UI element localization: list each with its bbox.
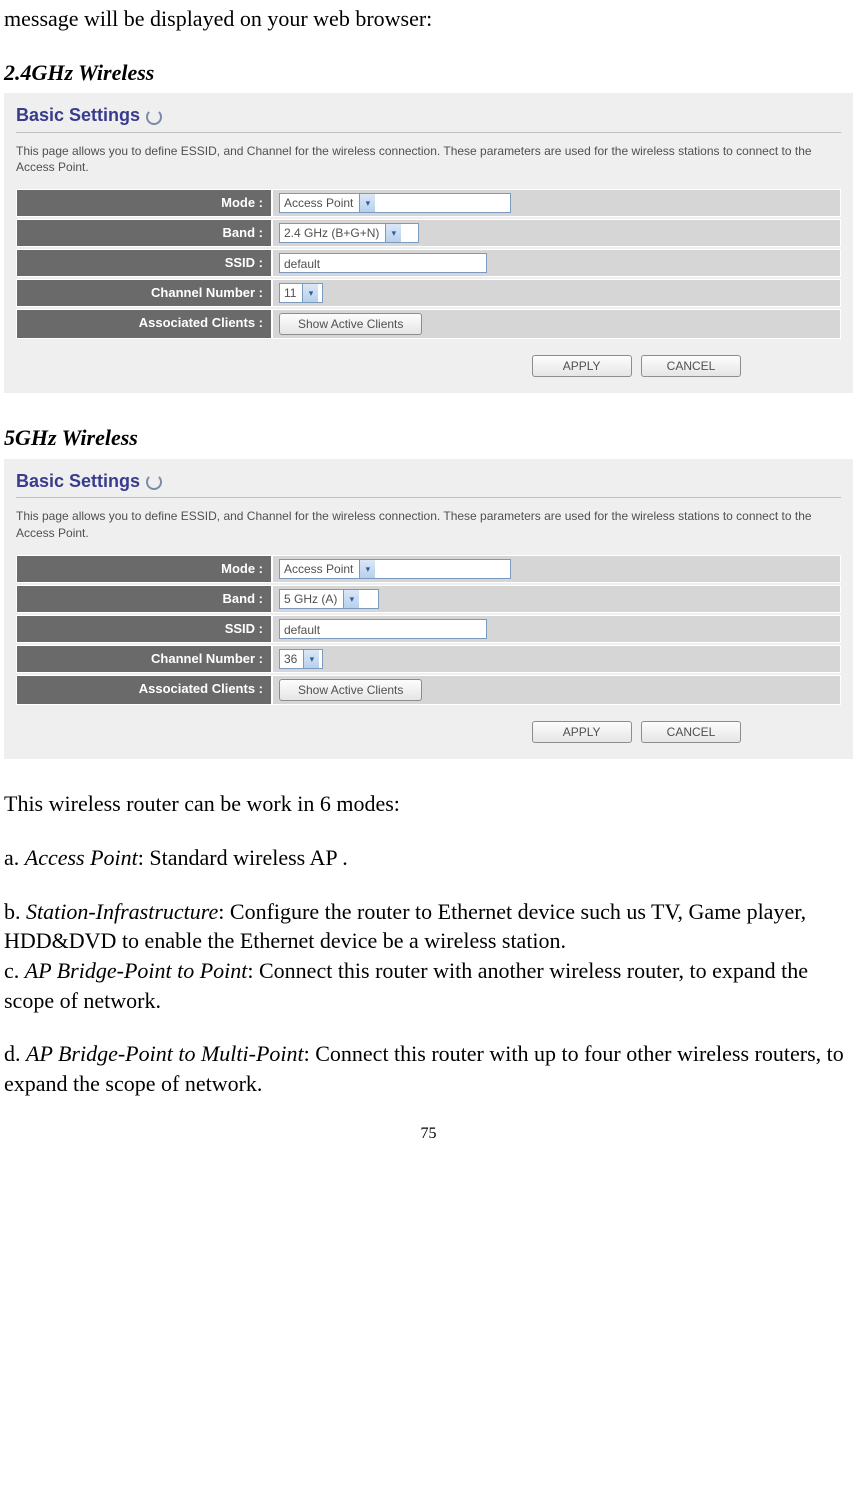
mode-select-value: Access Point [284, 195, 353, 211]
chevron-down-icon: ▾ [343, 590, 359, 608]
row-ssid: SSID : default [16, 615, 841, 643]
panel-title-row: Basic Settings [16, 469, 841, 493]
label-band: Band : [16, 219, 272, 247]
band-select[interactable]: 2.4 GHz (B+G+N) ▾ [279, 223, 419, 243]
heading-5ghz: 5GHz Wireless [4, 423, 853, 453]
intro-text: message will be displayed on your web br… [4, 4, 853, 34]
chevron-down-icon: ▾ [303, 650, 319, 668]
mode-a: a. Access Point: Standard wireless AP . [4, 843, 853, 873]
screenshot-24ghz: Basic Settings This page allows you to d… [4, 93, 853, 393]
row-band: Band : 2.4 GHz (B+G+N) ▾ [16, 219, 841, 247]
chevron-down-icon: ▾ [302, 284, 318, 302]
label-mode: Mode : [16, 555, 272, 583]
panel-title: Basic Settings [16, 103, 140, 127]
row-channel: Channel Number : 36 ▾ [16, 645, 841, 673]
panel-description: This page allows you to define ESSID, an… [16, 508, 841, 540]
apply-button[interactable]: APPLY [532, 355, 632, 377]
row-clients: Associated Clients : Show Active Clients [16, 309, 841, 339]
refresh-icon[interactable] [146, 474, 162, 490]
label-ssid: SSID : [16, 249, 272, 277]
mode-select[interactable]: Access Point ▾ [279, 559, 511, 579]
mode-a-term: Access Point [25, 845, 138, 870]
label-band: Band : [16, 585, 272, 613]
mode-d-term: AP Bridge-Point to Multi-Point [26, 1041, 304, 1066]
label-clients: Associated Clients : [16, 309, 272, 339]
mode-b: b. Station-Infrastructure: Configure the… [4, 897, 853, 956]
row-mode: Mode : Access Point ▾ [16, 189, 841, 217]
mode-a-text: : Standard wireless AP . [138, 845, 348, 870]
chevron-down-icon: ▾ [385, 224, 401, 242]
chevron-down-icon: ▾ [359, 560, 375, 578]
mode-c-term: AP Bridge-Point to Point [25, 958, 248, 983]
channel-select[interactable]: 11 ▾ [279, 283, 323, 303]
label-clients: Associated Clients : [16, 675, 272, 705]
row-channel: Channel Number : 11 ▾ [16, 279, 841, 307]
band-select-value: 5 GHz (A) [284, 591, 337, 607]
mode-select[interactable]: Access Point ▾ [279, 193, 511, 213]
ssid-input[interactable]: default [279, 253, 487, 273]
mode-select-value: Access Point [284, 561, 353, 577]
label-channel: Channel Number : [16, 645, 272, 673]
show-clients-button[interactable]: Show Active Clients [279, 313, 422, 335]
row-clients: Associated Clients : Show Active Clients [16, 675, 841, 705]
chevron-down-icon: ▾ [359, 194, 375, 212]
channel-select-value: 36 [284, 651, 297, 667]
row-band: Band : 5 GHz (A) ▾ [16, 585, 841, 613]
label-ssid: SSID : [16, 615, 272, 643]
mode-b-term: Station-Infrastructure [26, 899, 218, 924]
band-select[interactable]: 5 GHz (A) ▾ [279, 589, 379, 609]
row-ssid: SSID : default [16, 249, 841, 277]
divider [16, 497, 841, 498]
mode-c: c. AP Bridge-Point to Point: Connect thi… [4, 956, 853, 1015]
action-row: APPLY CANCEL [16, 341, 841, 377]
screenshot-5ghz: Basic Settings This page allows you to d… [4, 459, 853, 759]
panel-title: Basic Settings [16, 469, 140, 493]
apply-button[interactable]: APPLY [532, 721, 632, 743]
show-clients-button[interactable]: Show Active Clients [279, 679, 422, 701]
mode-d: d. AP Bridge-Point to Multi-Point: Conne… [4, 1039, 853, 1098]
label-channel: Channel Number : [16, 279, 272, 307]
action-row: APPLY CANCEL [16, 707, 841, 743]
refresh-icon[interactable] [146, 109, 162, 125]
channel-select[interactable]: 36 ▾ [279, 649, 323, 669]
band-select-value: 2.4 GHz (B+G+N) [284, 225, 379, 241]
page-number: 75 [4, 1123, 853, 1145]
panel-title-row: Basic Settings [16, 103, 841, 127]
divider [16, 132, 841, 133]
channel-select-value: 11 [284, 285, 296, 301]
label-mode: Mode : [16, 189, 272, 217]
panel-description: This page allows you to define ESSID, an… [16, 143, 841, 175]
ssid-input[interactable]: default [279, 619, 487, 639]
cancel-button[interactable]: CANCEL [641, 355, 741, 377]
row-mode: Mode : Access Point ▾ [16, 555, 841, 583]
heading-24ghz: 2.4GHz Wireless [4, 58, 853, 88]
modes-intro: This wireless router can be work in 6 mo… [4, 789, 853, 819]
cancel-button[interactable]: CANCEL [641, 721, 741, 743]
